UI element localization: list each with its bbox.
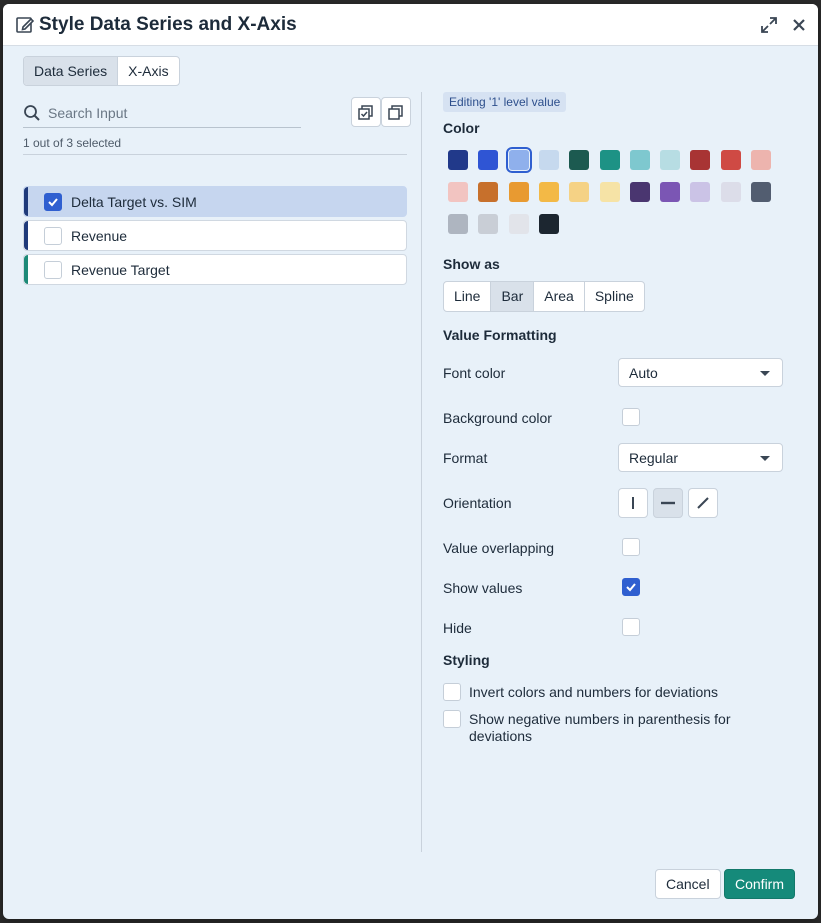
vertical-line-icon xyxy=(632,497,634,509)
font-color-select[interactable]: Auto xyxy=(618,358,783,387)
expand-icon[interactable] xyxy=(759,15,779,35)
value-overlapping-label: Value overlapping xyxy=(443,540,555,556)
select-all-icon xyxy=(358,105,373,120)
color-swatch[interactable] xyxy=(448,214,468,234)
divider xyxy=(23,154,407,155)
search-input[interactable] xyxy=(48,100,298,126)
show-values-label: Show values xyxy=(443,580,523,596)
show-as-area[interactable]: Area xyxy=(533,282,584,311)
styling-title: Styling xyxy=(443,652,490,668)
series-checkbox[interactable] xyxy=(44,261,62,279)
color-swatch[interactable] xyxy=(509,214,529,234)
style-dialog: Style Data Series and X-Axis Data Series… xyxy=(3,4,818,919)
invert-label: Invert colors and numbers for deviations xyxy=(469,684,719,700)
background-color-checkbox[interactable] xyxy=(622,408,640,426)
series-list: Delta Target vs. SIM Revenue Revenue Tar… xyxy=(23,186,407,288)
show-as-spline[interactable]: Spline xyxy=(583,282,644,311)
deselect-all-button[interactable] xyxy=(381,97,411,127)
chevron-down-icon xyxy=(760,456,770,461)
font-color-label: Font color xyxy=(443,365,506,381)
orientation-horizontal-button[interactable] xyxy=(653,488,683,518)
series-item-revenue-target[interactable]: Revenue Target xyxy=(23,254,407,285)
series-color-stripe xyxy=(24,255,28,284)
show-as-title: Show as xyxy=(443,256,500,272)
color-swatch[interactable] xyxy=(751,182,771,202)
format-select[interactable]: Regular xyxy=(618,443,783,472)
orientation-diagonal-button[interactable] xyxy=(688,488,718,518)
color-swatch[interactable] xyxy=(569,182,589,202)
series-color-stripe xyxy=(24,221,28,250)
color-swatch[interactable] xyxy=(721,182,741,202)
search-box xyxy=(23,100,301,128)
color-swatch[interactable] xyxy=(630,150,650,170)
tab-x-axis[interactable]: X-Axis xyxy=(117,57,178,85)
select-all-button[interactable] xyxy=(351,97,381,127)
show-as-bar[interactable]: Bar xyxy=(490,282,534,311)
close-icon[interactable] xyxy=(789,15,809,35)
color-swatch[interactable] xyxy=(539,214,559,234)
series-color-stripe xyxy=(24,187,28,216)
series-label: Revenue xyxy=(71,228,128,244)
hide-checkbox[interactable] xyxy=(622,618,640,636)
show-as-line[interactable]: Line xyxy=(444,282,490,311)
color-swatch[interactable] xyxy=(569,150,589,170)
color-swatch[interactable] xyxy=(721,150,741,170)
color-swatch[interactable] xyxy=(600,182,620,202)
color-swatch[interactable] xyxy=(660,150,680,170)
horizontal-line-icon xyxy=(661,501,675,505)
color-swatch[interactable] xyxy=(539,150,559,170)
cancel-button[interactable]: Cancel xyxy=(655,869,721,899)
vertical-divider xyxy=(421,92,422,852)
color-title: Color xyxy=(443,120,480,136)
check-icon xyxy=(626,583,636,592)
color-swatch[interactable] xyxy=(630,182,650,202)
value-overlapping-checkbox[interactable] xyxy=(622,538,640,556)
tab-data-series[interactable]: Data Series xyxy=(24,57,118,85)
color-swatch[interactable] xyxy=(448,150,468,170)
color-swatch[interactable] xyxy=(478,150,498,170)
series-item-revenue[interactable]: Revenue xyxy=(23,220,407,251)
tab-bar: Data Series X-Axis xyxy=(23,56,180,86)
dialog-title: Style Data Series and X-Axis xyxy=(39,14,297,35)
color-swatch[interactable] xyxy=(506,147,532,173)
background-color-label: Background color xyxy=(443,410,552,426)
format-value: Regular xyxy=(629,450,679,466)
color-swatch[interactable] xyxy=(690,150,710,170)
editing-badge: Editing '1' level value xyxy=(443,92,567,112)
series-label: Revenue Target xyxy=(71,262,170,278)
color-swatch[interactable] xyxy=(478,214,498,234)
negative-label: Show negative numbers in parenthesis for… xyxy=(469,711,731,744)
color-swatch[interactable] xyxy=(448,182,468,202)
edit-icon xyxy=(15,15,35,35)
series-label: Delta Target vs. SIM xyxy=(71,194,197,210)
invert-checkbox[interactable] xyxy=(443,683,461,701)
value-formatting-title: Value Formatting xyxy=(443,327,557,343)
color-swatch[interactable] xyxy=(600,150,620,170)
show-values-checkbox[interactable] xyxy=(622,578,640,596)
series-checkbox[interactable] xyxy=(44,227,62,245)
color-swatch[interactable] xyxy=(690,182,710,202)
color-swatch[interactable] xyxy=(478,182,498,202)
dialog-titlebar: Style Data Series and X-Axis xyxy=(3,4,818,46)
orientation-vertical-button[interactable] xyxy=(618,488,648,518)
negative-checkbox[interactable] xyxy=(443,710,461,728)
selected-count: 1 out of 3 selected xyxy=(23,136,122,150)
deselect-all-icon xyxy=(388,105,403,120)
orientation-label: Orientation xyxy=(443,495,512,511)
font-color-value: Auto xyxy=(629,365,658,381)
format-label: Format xyxy=(443,450,488,466)
color-swatch[interactable] xyxy=(539,182,559,202)
color-swatch[interactable] xyxy=(751,150,771,170)
check-icon xyxy=(48,198,58,207)
series-checkbox[interactable] xyxy=(44,193,62,211)
search-icon xyxy=(23,104,41,122)
chevron-down-icon xyxy=(760,371,770,376)
color-swatch[interactable] xyxy=(660,182,680,202)
series-item-delta-target[interactable]: Delta Target vs. SIM xyxy=(23,186,407,217)
diagonal-line-icon xyxy=(697,497,709,509)
show-as-segmented: Line Bar Area Spline xyxy=(443,281,645,312)
hide-label: Hide xyxy=(443,620,472,636)
confirm-button[interactable]: Confirm xyxy=(724,869,796,899)
color-swatch[interactable] xyxy=(509,182,529,202)
